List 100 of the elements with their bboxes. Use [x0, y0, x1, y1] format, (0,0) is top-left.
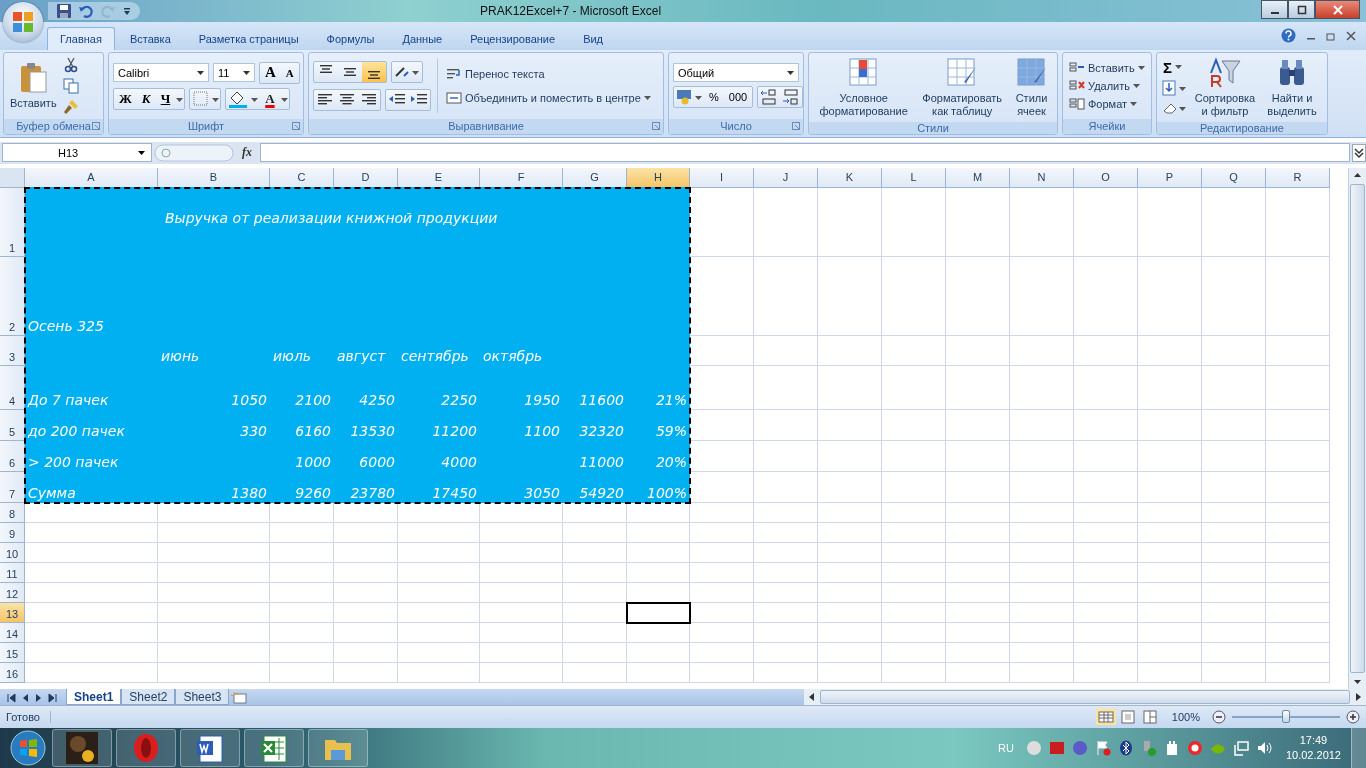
editing-button[interactable]: Найти и выделить	[1263, 54, 1321, 120]
column-header[interactable]: P	[1138, 167, 1202, 188]
shrink-font-button[interactable]: A	[280, 62, 299, 83]
row-header[interactable]: 1	[0, 187, 25, 257]
column-header[interactable]: R	[1266, 167, 1330, 188]
column-header[interactable]: H	[627, 167, 690, 188]
zoom-in-icon[interactable]	[1346, 710, 1360, 725]
autosum-button[interactable]: Σ	[1161, 57, 1184, 77]
column-header[interactable]: N	[1010, 167, 1074, 188]
column-header[interactable]: Q	[1202, 167, 1266, 188]
horizontal-scrollbar[interactable]	[804, 689, 1366, 706]
expand-icon[interactable]	[1352, 143, 1366, 162]
column-header[interactable]: I	[690, 167, 754, 188]
column-header[interactable]: K	[818, 167, 882, 188]
cells-button[interactable]: Формат	[1067, 95, 1140, 112]
office-button[interactable]	[3, 2, 43, 42]
column-header[interactable]: D	[334, 167, 398, 188]
sheet-tab[interactable]: Sheet1	[66, 689, 122, 706]
taskbar-app-button[interactable]	[52, 729, 112, 767]
vertical-align-button[interactable]	[362, 61, 386, 82]
row-header[interactable]: 13	[0, 602, 25, 623]
ribbon-tab[interactable]: Данные	[389, 26, 456, 50]
row-header[interactable]: 4	[0, 365, 25, 410]
paste-button[interactable]: Вставить	[8, 59, 59, 112]
row-header[interactable]: 2	[0, 256, 25, 336]
start-button-icon[interactable]	[8, 728, 48, 768]
merge-center-button[interactable]: Объединить и поместить в центре	[444, 89, 653, 106]
taskbar-app-button[interactable]	[244, 729, 304, 767]
italic-button[interactable]: К	[136, 88, 156, 109]
ribbon-tab[interactable]: Рецензирование	[457, 26, 569, 50]
font-name-field[interactable]: Calibri	[113, 63, 209, 83]
formula-input[interactable]	[260, 143, 1350, 163]
borders-icon[interactable]	[190, 88, 221, 109]
ribbon-tab[interactable]: Вставка	[116, 26, 184, 50]
zoom-out-icon[interactable]	[1212, 710, 1226, 725]
sheet-tab[interactable]: Sheet2	[121, 689, 176, 706]
close-button[interactable]	[1315, 0, 1360, 19]
taskbar-app-button[interactable]	[180, 729, 240, 767]
column-header[interactable]: J	[754, 167, 818, 188]
zoom-level[interactable]: 100%	[1171, 711, 1200, 724]
styles-button[interactable]: Форматировать как таблицу	[918, 54, 1007, 120]
row-header[interactable]: 16	[0, 662, 25, 683]
brush-icon[interactable]	[62, 98, 79, 115]
row-header[interactable]: 10	[0, 542, 25, 563]
percent-button[interactable]: %	[704, 87, 724, 108]
fill-down-icon[interactable]	[1161, 78, 1187, 97]
minimize-button[interactable]	[1261, 0, 1288, 19]
formula-toggle-icon[interactable]	[154, 142, 234, 163]
column-header[interactable]: F	[480, 167, 563, 188]
network-icon[interactable]	[1232, 740, 1249, 756]
column-header[interactable]: G	[563, 167, 627, 188]
column-header[interactable]: A	[25, 167, 158, 188]
row-header[interactable]: 5	[0, 409, 25, 441]
underline-button[interactable]: Ч	[155, 88, 176, 109]
restore-icon[interactable]	[1326, 30, 1336, 41]
flag-icon[interactable]	[1094, 740, 1111, 756]
speaker-icon[interactable]	[1255, 740, 1272, 756]
close-icon[interactable]	[1346, 30, 1356, 41]
save-icon[interactable]	[56, 3, 72, 19]
number-format-field[interactable]: Общий	[673, 63, 799, 83]
row-header[interactable]: 3	[0, 335, 25, 366]
cells-button[interactable]: Вставить	[1067, 59, 1147, 76]
row-header[interactable]: 12	[0, 582, 25, 603]
scissors-icon[interactable]	[62, 56, 79, 73]
clock[interactable]: 17:49 10.02.2012	[1285, 733, 1341, 763]
column-header[interactable]: C	[270, 167, 334, 188]
row-header[interactable]: 11	[0, 562, 25, 583]
ribbon-tab[interactable]: Формулы	[313, 26, 388, 50]
ribbon-tab[interactable]: Разметка страницы	[185, 26, 312, 50]
font-size-field[interactable]: 11	[213, 63, 255, 83]
row-header[interactable]: 14	[0, 622, 25, 643]
column-header[interactable]: O	[1074, 167, 1138, 188]
vertical-scrollbar[interactable]	[1348, 167, 1366, 690]
first-sheet-icon[interactable]	[6, 693, 16, 704]
column-header[interactable]: M	[946, 167, 1010, 188]
styles-button[interactable]: Стили ячеек	[1010, 54, 1053, 120]
thousands-button[interactable]: 000	[723, 87, 753, 108]
zoom-slider-thumb[interactable]	[1282, 710, 1290, 724]
ribbon-tab[interactable]: Главная	[47, 26, 115, 50]
row-header[interactable]: 15	[0, 642, 25, 663]
last-sheet-icon[interactable]	[48, 693, 58, 704]
help-icon[interactable]	[1281, 28, 1296, 44]
editing-button[interactable]: Сортировка и фильтр	[1191, 54, 1259, 120]
normal-view-icon[interactable]	[1095, 709, 1116, 726]
copy-icon[interactable]	[62, 77, 79, 94]
column-header[interactable]: E	[398, 167, 480, 188]
styles-button[interactable]: Условное форматирование	[813, 54, 915, 120]
ribbon-tab[interactable]: Вид	[570, 26, 617, 50]
name-box[interactable]: H13	[2, 143, 152, 163]
sheet-tab[interactable]: Sheet3	[175, 689, 230, 706]
active-cell-cursor[interactable]	[626, 601, 691, 624]
cells-button[interactable]: Удалить	[1067, 77, 1142, 94]
column-header[interactable]: L	[882, 167, 946, 188]
grow-font-button[interactable]: A	[260, 62, 281, 83]
new-sheet-icon[interactable]	[229, 691, 250, 706]
maximize-button[interactable]	[1288, 0, 1315, 19]
wrap-text-button[interactable]: Перенос текста	[444, 65, 547, 82]
row-header[interactable]: 9	[0, 522, 25, 543]
insert-function-button[interactable]: fx	[236, 144, 258, 162]
column-header[interactable]: B	[158, 167, 270, 188]
